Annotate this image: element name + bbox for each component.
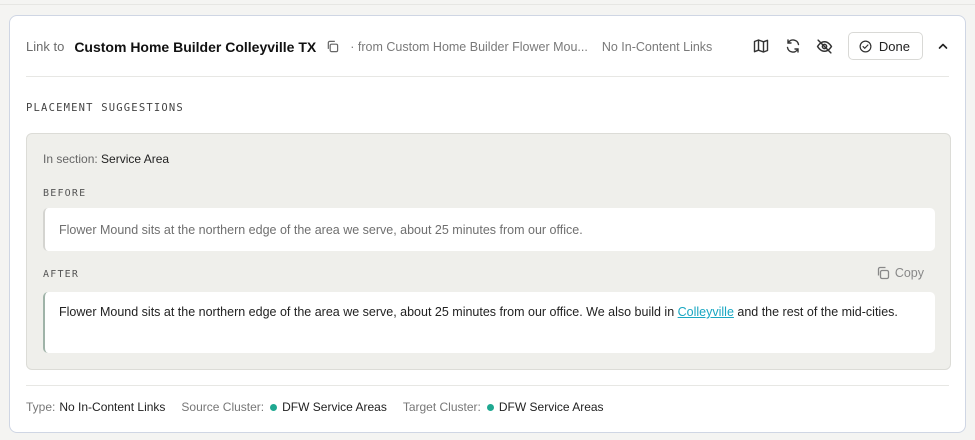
type-label: Type: [26,400,56,414]
after-text-start: Flower Mound sits at the northern edge o… [59,305,678,319]
target-cluster-dot [486,403,494,411]
target-cluster-info: Target Cluster: DFW Service Areas [403,400,604,414]
refresh-icon[interactable] [782,35,804,57]
eye-off-icon[interactable] [814,35,836,57]
after-label: AFTER [43,269,80,280]
header-actions: Done [740,32,951,60]
before-label: BEFORE [43,188,87,199]
link-type-label: No In-Content Links [601,39,713,54]
copy-icon [877,266,889,280]
footer-divider [26,385,949,386]
colleyville-link[interactable]: Colleyville [678,305,734,319]
from-prefix: · from [350,39,383,54]
page-top-bar [0,0,975,5]
source-cluster-value: DFW Service Areas [282,400,387,414]
target-cluster-label: Target Cluster: [402,400,481,414]
source-cluster-dot [270,403,278,411]
copy-label: Copy [894,266,924,280]
done-label: Done [878,38,910,54]
placement-suggestion-panel: In section: Service Area BEFORE Flower M… [26,133,951,370]
before-text: Flower Mound sits at the northern edge o… [59,222,583,237]
before-text-box: Flower Mound sits at the northern edge o… [43,208,935,251]
copy-button[interactable]: Copy [876,266,924,280]
check-circle-icon [859,40,872,52]
in-section-line: In section: Service Area [43,152,169,166]
after-text-end: and the rest of the mid-cities. [733,305,898,319]
type-value: No In-Content Links [59,400,166,414]
card-footer: Type: No In-Content Links Source Cluster… [26,400,620,414]
target-cluster-value: DFW Service Areas [498,400,604,414]
source-page-info: · from Custom Home Builder Flower Mou... [350,40,588,54]
done-button[interactable]: Done [847,32,923,60]
placement-suggestions-heading: PLACEMENT SUGGESTIONS [26,102,184,114]
type-info: Type: No In-Content Links [26,400,165,414]
in-section-name: Service Area [101,152,170,166]
after-text-box: Flower Mound sits at the northern edge o… [43,292,935,353]
link-to-label: Link to [26,39,65,54]
copy-title-icon[interactable] [324,39,340,55]
chevron-up-icon[interactable] [935,38,951,54]
map-icon[interactable] [750,35,772,57]
source-cluster-info: Source Cluster: DFW Service Areas [181,400,386,414]
card-header: Link to Custom Home Builder Colleyville … [10,16,965,77]
source-page-name: Custom Home Builder Flower Mou... [386,39,588,54]
link-suggestion-card: Link to Custom Home Builder Colleyville … [9,15,966,433]
target-page-title[interactable]: Custom Home Builder Colleyville TX [74,39,316,55]
source-cluster-label: Source Cluster: [181,400,265,414]
in-section-prefix: In section: [43,152,98,166]
header-divider [26,76,949,77]
